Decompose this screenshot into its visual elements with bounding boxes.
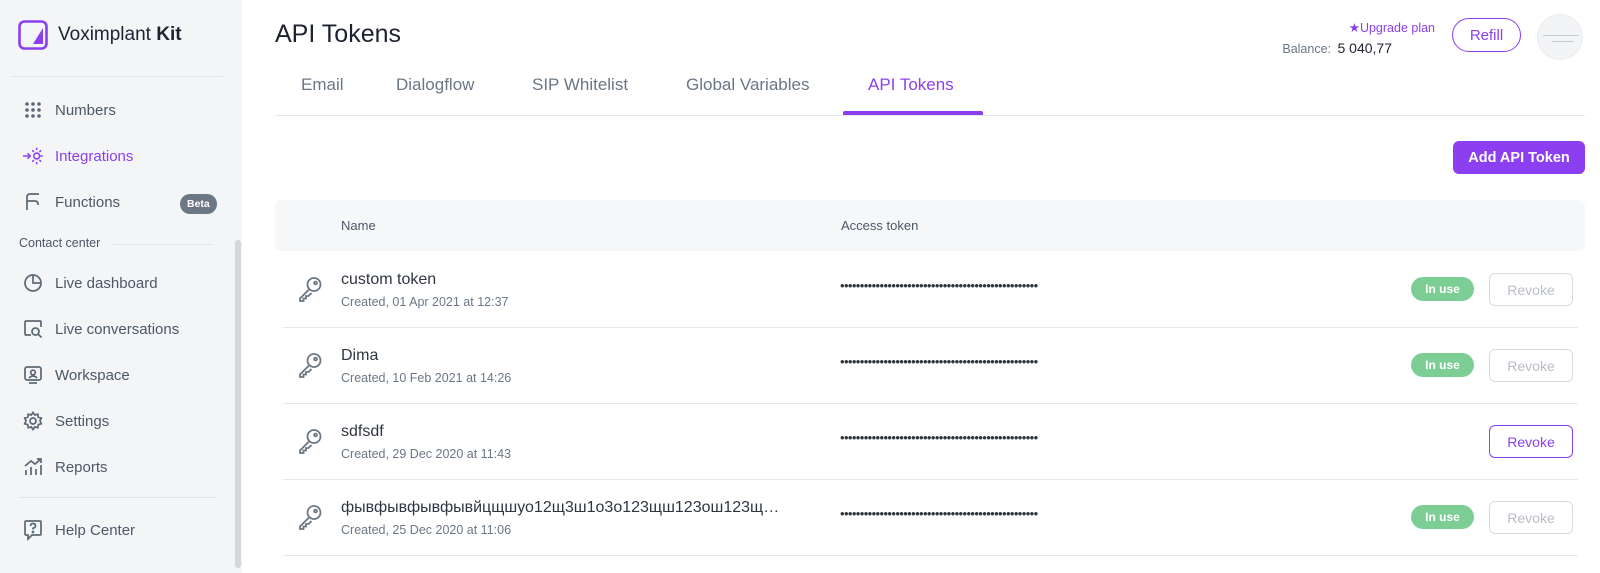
refill-button[interactable]: Refill <box>1452 18 1521 52</box>
table-header: Name Access token <box>275 200 1585 251</box>
voximplant-logo-icon <box>18 20 48 50</box>
column-header-access-token: Access token <box>841 218 919 233</box>
sidebar-item-integrations[interactable]: Integrations <box>22 142 133 170</box>
revoke-button[interactable]: Revoke <box>1489 349 1573 382</box>
status-badge: In use <box>1411 353 1474 377</box>
access-token-value: ••••••••••••••••••••••••••••••••••••••••… <box>840 354 1038 369</box>
sidebar-item-live-conversations[interactable]: Live conversations <box>22 315 179 343</box>
token-created-date: Created, 29 Dec 2020 at 11:43 <box>341 447 512 461</box>
access-token-value: ••••••••••••••••••••••••••••••••••••••••… <box>840 506 1038 521</box>
revoke-button[interactable]: Revoke <box>1489 425 1573 458</box>
sidebar-item-label: Workspace <box>55 366 130 384</box>
tab-bar: Email Dialogflow SIP Whitelist Global Va… <box>275 70 1585 116</box>
section-divider <box>113 244 213 245</box>
token-name: Dima <box>341 347 379 364</box>
active-tab-indicator <box>843 111 983 115</box>
key-icon <box>299 277 322 302</box>
sidebar-item-functions[interactable]: Functions <box>22 188 120 216</box>
sidebar-item-label: Numbers <box>55 101 116 119</box>
column-header-name: Name <box>341 218 376 233</box>
reports-icon <box>22 456 44 478</box>
revoke-button[interactable]: Revoke <box>1489 501 1573 534</box>
sidebar-item-label: Reports <box>55 458 108 476</box>
functions-icon <box>22 191 44 213</box>
token-created-date: Created, 10 Feb 2021 at 14:26 <box>341 371 512 385</box>
sidebar-divider <box>12 76 223 77</box>
search-chat-icon <box>22 318 44 340</box>
tab-sip-whitelist[interactable]: SIP Whitelist <box>532 75 628 95</box>
sidebar-item-numbers[interactable]: Numbers <box>22 96 116 124</box>
sidebar-scrollbar[interactable] <box>235 240 241 568</box>
sidebar-divider <box>19 497 216 498</box>
table-row: custom token Created, 01 Apr 2021 at 12:… <box>283 252 1578 328</box>
status-badge: In use <box>1411 505 1474 529</box>
sidebar-item-help-center[interactable]: Help Center <box>22 516 135 544</box>
token-name: custom token <box>341 271 437 288</box>
tab-api-tokens[interactable]: API Tokens <box>868 75 954 95</box>
workspace-icon <box>22 364 44 386</box>
avatar[interactable] <box>1537 14 1583 60</box>
status-badge: In use <box>1411 277 1474 301</box>
sidebar-item-label: Functions <box>55 193 121 211</box>
balance-value: 5 040,77 <box>1337 40 1393 56</box>
sidebar-item-label: Integrations <box>55 147 134 165</box>
app-logo[interactable]: Voximplant Kit <box>18 20 182 50</box>
page-title: API Tokens <box>275 20 402 48</box>
gear-icon <box>22 410 44 432</box>
integrations-icon <box>22 145 44 167</box>
tab-global-variables[interactable]: Global Variables <box>686 75 809 95</box>
sidebar-item-label: Settings <box>55 412 110 430</box>
balance-label: Balance: <box>1282 42 1332 56</box>
balance: Balance: 5 040,77 <box>1282 40 1392 56</box>
add-api-token-button[interactable]: Add API Token <box>1453 141 1585 174</box>
table-row: sdfsdf Created, 29 Dec 2020 at 11:43 •••… <box>283 404 1578 480</box>
access-token-value: ••••••••••••••••••••••••••••••••••••••••… <box>840 278 1038 293</box>
tab-email[interactable]: Email <box>301 75 344 95</box>
upgrade-plan-link[interactable]: ★Upgrade plan <box>1349 20 1435 35</box>
access-token-value: ••••••••••••••••••••••••••••••••••••••••… <box>840 430 1038 445</box>
token-created-date: Created, 25 Dec 2020 at 11:06 <box>341 523 512 537</box>
pie-chart-icon <box>22 272 44 294</box>
tab-dialogflow[interactable]: Dialogflow <box>396 75 474 95</box>
sidebar-item-label: Live conversations <box>55 320 180 338</box>
table-row: фывфывфывфывйцщшуо12щ3ш1о3о123щш123ош123… <box>283 480 1578 556</box>
app-name: Voximplant Kit <box>58 24 182 45</box>
sidebar-item-live-dashboard[interactable]: Live dashboard <box>22 269 158 297</box>
key-icon <box>299 505 322 530</box>
key-icon <box>299 353 322 378</box>
sidebar-item-settings[interactable]: Settings <box>22 407 109 435</box>
sidebar-item-reports[interactable]: Reports <box>22 453 108 481</box>
sidebar-item-label: Help Center <box>55 521 136 539</box>
token-created-date: Created, 01 Apr 2021 at 12:37 <box>341 295 509 309</box>
sidebar-item-workspace[interactable]: Workspace <box>22 361 130 389</box>
token-name: sdfsdf <box>341 423 384 440</box>
revoke-button[interactable]: Revoke <box>1489 273 1573 306</box>
table-row: Dima Created, 10 Feb 2021 at 14:26 •••••… <box>283 328 1578 404</box>
section-label-contact-center: Contact center <box>19 236 101 250</box>
sidebar-item-label: Live dashboard <box>55 274 158 292</box>
token-name: фывфывфывфывйцщшуо12щ3ш1о3о123щш123ош123… <box>341 499 780 516</box>
beta-badge: Beta <box>180 194 217 214</box>
sidebar: Voximplant Kit Numbers Integrations Func… <box>0 0 242 573</box>
key-icon <box>299 429 322 454</box>
dots-grid-icon <box>22 99 44 121</box>
help-icon <box>22 519 44 541</box>
